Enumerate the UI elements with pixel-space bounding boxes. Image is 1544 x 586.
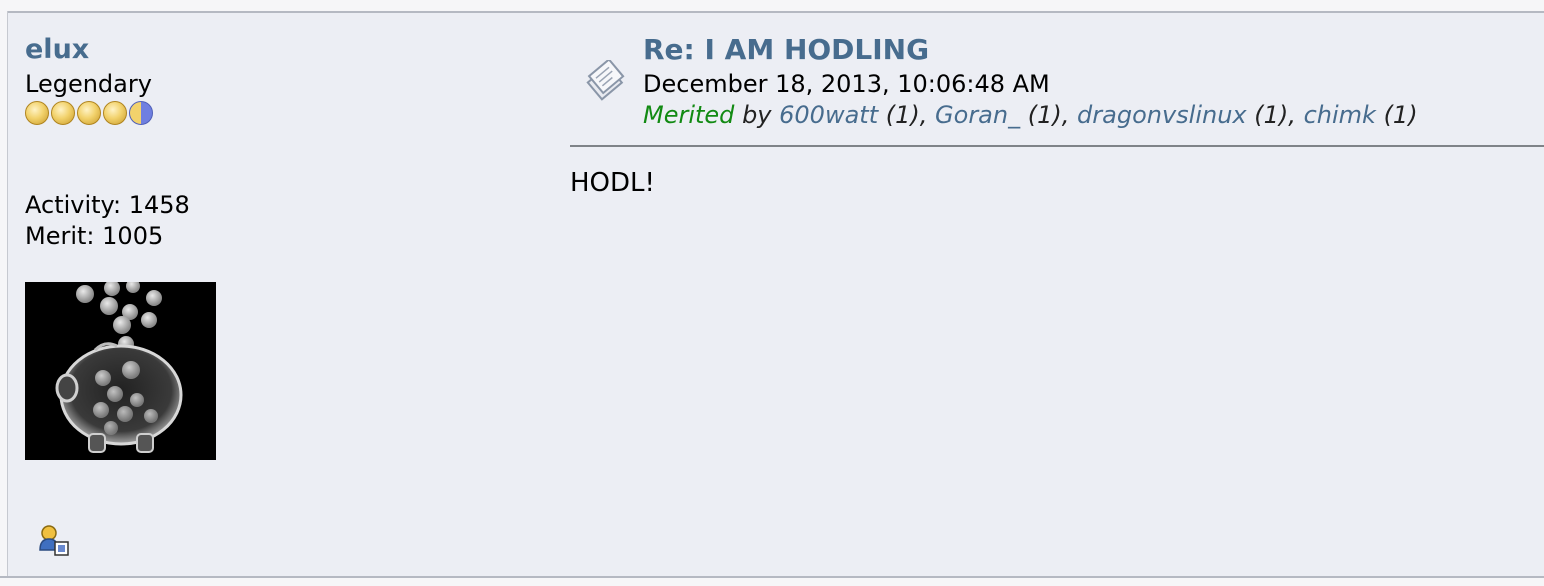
- poster-avatar: [25, 282, 216, 460]
- post-body: HODL!: [570, 168, 655, 198]
- poster-activity: Activity: 1458: [25, 190, 190, 220]
- activity-label: Activity:: [25, 191, 122, 219]
- meriter-count: (1): [1254, 101, 1289, 129]
- rank-coin-icon: [77, 101, 101, 125]
- post-document-icon: [584, 58, 630, 104]
- poster-rank: Legendary: [25, 70, 152, 98]
- post-header: Re: I AM HODLING December 18, 2013, 10:0…: [570, 32, 1544, 146]
- poster-name-link[interactable]: elux: [25, 33, 89, 67]
- rank-half-coin-icon: [129, 101, 153, 125]
- post-header-divider: [570, 145, 1544, 147]
- poster-merit: Merit: 1005: [25, 221, 163, 251]
- merited-by-word: by: [742, 101, 772, 129]
- post-date: December 18, 2013, 10:06:48 AM: [643, 70, 1050, 98]
- meriter-link[interactable]: chimk: [1304, 101, 1376, 129]
- merited-line: Merited by 600watt (1), Goran_ (1), drag…: [643, 101, 1418, 129]
- merited-label: Merited: [643, 101, 735, 129]
- rank-stars: [25, 101, 153, 127]
- rank-coin-icon: [103, 101, 127, 125]
- meriter-link[interactable]: 600watt: [779, 101, 878, 129]
- bottom-border: [0, 576, 1544, 586]
- merit-label: Merit:: [25, 222, 95, 250]
- meriter-link[interactable]: dragonvslinux: [1077, 101, 1247, 129]
- rank-coin-icon: [51, 101, 75, 125]
- left-border: [0, 11, 8, 576]
- meriter-count: (1): [1383, 101, 1418, 129]
- meriter-link[interactable]: Goran_: [935, 101, 1020, 129]
- meriter-count: (1): [1027, 101, 1062, 129]
- activity-value: 1458: [128, 191, 190, 219]
- meriter-count: (1): [885, 101, 920, 129]
- user-profile-icon[interactable]: [38, 524, 70, 558]
- rank-coin-icon: [25, 101, 49, 125]
- merit-value: 1005: [102, 222, 164, 250]
- forum-post-frame: elux Legendary Activity: 1458 Merit: 100…: [0, 0, 1544, 586]
- top-border: [0, 0, 1544, 13]
- post-title-link[interactable]: Re: I AM HODLING: [643, 33, 929, 67]
